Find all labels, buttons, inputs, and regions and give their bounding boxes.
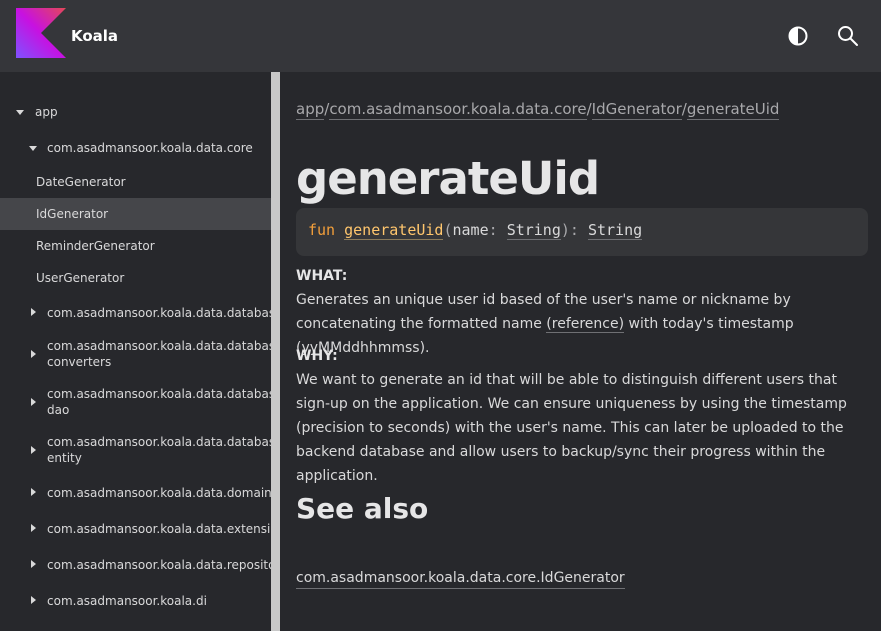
sidebar-item-class[interactable]: ReminderGenerator — [0, 232, 271, 260]
sidebar-item-label: UserGenerator — [36, 271, 125, 285]
signature-function-link[interactable]: generateUid — [344, 221, 444, 240]
chevron-down-icon — [29, 146, 37, 151]
breadcrumb-link-app[interactable]: app — [296, 100, 325, 120]
signature-param-type-link[interactable]: String — [506, 221, 561, 240]
chevron-right-icon — [31, 596, 36, 604]
app-title[interactable]: Koala — [71, 27, 118, 45]
sidebar-item-package[interactable]: com.asadmansoor.koala.data.database. dao — [0, 384, 271, 420]
why-label: WHY: — [296, 348, 338, 364]
signature-return-type-link[interactable]: String — [587, 221, 643, 240]
sidebar-item-label: app — [35, 105, 58, 119]
sidebar-item-label: com.asadmansoor.koala.data.core — [47, 141, 253, 155]
signature-param-name: name — [452, 221, 489, 239]
sidebar-item-label: com.asadmansoor.koala.data.database. — [47, 387, 271, 401]
sidebar-item-label: com.asadmansoor.koala.data.database. — [47, 339, 271, 353]
sidebar-item-package[interactable]: com.asadmansoor.koala.data.database — [0, 300, 271, 324]
sidebar-item-label: converters — [47, 355, 112, 369]
reference-link[interactable]: (reference) — [546, 316, 625, 333]
breadcrumb: app/com.asadmansoor.koala.data.core/IdGe… — [296, 100, 780, 120]
signature-close-paren: ): — [560, 221, 588, 239]
sidebar-item-package[interactable]: com.asadmansoor.koala.data.database. ent… — [0, 432, 271, 468]
sidebar-item-package[interactable]: com.asadmansoor.koala.data.database. con… — [0, 336, 271, 372]
signature-open-paren: ( — [443, 221, 453, 239]
what-label: WHAT: — [296, 268, 348, 284]
sidebar-item-class-selected[interactable]: IdGenerator — [0, 198, 271, 230]
sidebar-navigation: app com.asadmansoor.koala.data.core Date… — [0, 72, 271, 631]
sidebar-item-app[interactable]: app — [0, 100, 271, 124]
chevron-right-icon — [31, 560, 36, 568]
sidebar-item-class[interactable]: DateGenerator — [0, 168, 271, 196]
breadcrumb-link-class[interactable]: IdGenerator — [591, 100, 682, 120]
top-header: Koala — [0, 0, 881, 72]
breadcrumb-link-package[interactable]: com.asadmansoor.koala.data.core — [329, 100, 587, 120]
search-icon[interactable] — [836, 24, 860, 48]
breadcrumb-link-function[interactable]: generateUid — [686, 100, 780, 120]
see-also-link[interactable]: com.asadmansoor.koala.data.core.IdGenera… — [296, 570, 625, 589]
sidebar-item-label: com.asadmansoor.koala.data.repository — [47, 558, 271, 572]
why-description: We want to generate an id that will be a… — [296, 372, 847, 484]
sidebar-item-package[interactable]: com.asadmansoor.koala.di — [0, 588, 271, 612]
breadcrumb-separator: / — [586, 100, 592, 118]
sidebar-item-label: IdGenerator — [36, 207, 109, 221]
see-also-heading: See also — [296, 492, 429, 525]
chevron-right-icon — [31, 446, 36, 454]
sidebar-item-label: com.asadmansoor.koala.data.database. — [47, 435, 271, 449]
sidebar-item-label: com.asadmansoor.koala.data.domain — [47, 486, 271, 500]
sidebar-item-package[interactable]: com.asadmansoor.koala.data.extensions — [0, 516, 271, 540]
contrast-icon[interactable] — [786, 24, 810, 48]
chevron-right-icon — [31, 524, 36, 532]
sidebar-item-package[interactable]: com.asadmansoor.koala.data.repository — [0, 552, 271, 576]
chevron-right-icon — [31, 398, 36, 406]
page-title: generateUid — [296, 152, 600, 205]
main-content: app/com.asadmansoor.koala.data.core/IdGe… — [280, 72, 881, 631]
signature-colon: : — [488, 221, 507, 239]
what-description: Generates an unique user id based of the… — [296, 288, 868, 360]
sidebar-item-label: com.asadmansoor.koala.data.extensions — [47, 522, 271, 536]
chevron-right-icon — [31, 308, 36, 316]
sidebar-item-package-core[interactable]: com.asadmansoor.koala.data.core — [0, 136, 271, 160]
chevron-down-icon — [16, 110, 24, 115]
chevron-right-icon — [31, 350, 36, 358]
sidebar-item-label: com.asadmansoor.koala.data.database — [47, 306, 271, 320]
signature-keyword: fun — [308, 221, 336, 239]
sidebar-item-class[interactable]: UserGenerator — [0, 264, 271, 292]
sidebar-item-package[interactable]: com.asadmansoor.koala.data.domain — [0, 480, 271, 504]
chevron-right-icon — [31, 488, 36, 496]
sidebar-item-label: entity — [47, 451, 82, 465]
sidebar-item-label: DateGenerator — [36, 175, 126, 189]
function-signature: fun generateUid(name: String): String — [296, 208, 868, 256]
sidebar-item-label: com.asadmansoor.koala.di — [47, 594, 207, 608]
sidebar-resize-handle[interactable] — [271, 72, 280, 631]
sidebar-item-label: dao — [47, 403, 70, 417]
sidebar-item-label: ReminderGenerator — [36, 239, 155, 253]
kotlin-logo-icon[interactable] — [16, 8, 66, 58]
